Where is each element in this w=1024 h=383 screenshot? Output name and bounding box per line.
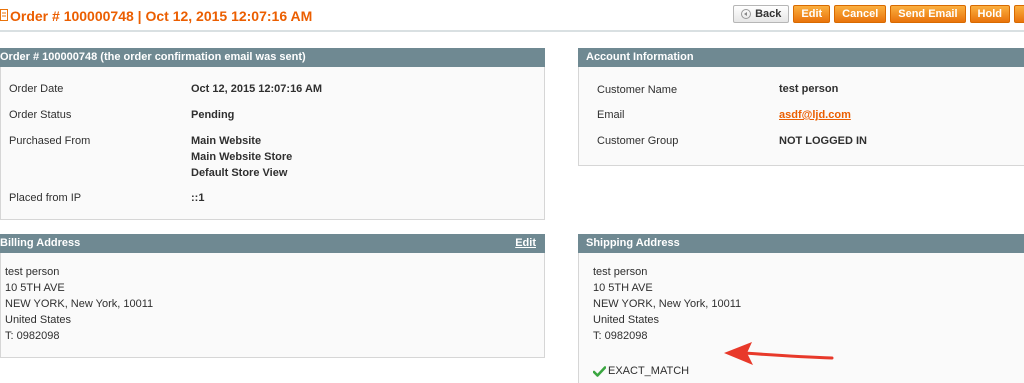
shipping-phone: T: 0982098 bbox=[593, 330, 648, 342]
account-info-heading: Account Information bbox=[578, 48, 1024, 67]
address-match-text: EXACT_MATCH bbox=[608, 365, 690, 377]
customer-email-link[interactable]: asdf@ljd.com bbox=[779, 109, 851, 121]
account-info-body: Customer Name test person Email asdf@ljd… bbox=[578, 67, 1024, 166]
billing-address-body: test person 10 5TH AVE NEW YORK, New Yor… bbox=[0, 253, 545, 358]
order-info-box: Order # 100000748 (the order confirmatio… bbox=[0, 48, 545, 220]
shipping-name: test person bbox=[593, 266, 648, 278]
billing-street: 10 5TH AVE bbox=[5, 282, 65, 294]
action-toolbar: Back Edit Cancel Send Email Hold bbox=[733, 5, 1024, 23]
billing-phone: T: 0982098 bbox=[5, 330, 60, 342]
email-value: asdf@ljd.com bbox=[779, 107, 851, 123]
customer-group-value: NOT LOGGED IN bbox=[779, 135, 867, 147]
email-label: Email bbox=[597, 109, 625, 121]
billing-address-lines: test person 10 5TH AVE NEW YORK, New Yor… bbox=[5, 264, 153, 344]
back-button-label: Back bbox=[755, 8, 782, 20]
send-email-button[interactable]: Send Email bbox=[890, 5, 966, 23]
billing-city: NEW YORK, New York, 10011 bbox=[5, 298, 154, 310]
billing-edit-link[interactable]: Edit bbox=[515, 234, 536, 253]
order-icon bbox=[0, 9, 8, 21]
purchased-store-view: Default Store View bbox=[191, 167, 288, 179]
order-info-heading: Order # 100000748 (the order confirmatio… bbox=[0, 48, 545, 67]
more-actions-button[interactable] bbox=[1014, 5, 1024, 23]
billing-address-title: Billing Address bbox=[0, 237, 81, 249]
checkmark-icon bbox=[593, 365, 606, 377]
order-status-label: Order Status bbox=[9, 109, 72, 121]
shipping-country: United States bbox=[593, 314, 660, 326]
account-info-box: Account Information Customer Name test p… bbox=[578, 48, 1024, 166]
hold-button[interactable]: Hold bbox=[969, 5, 1010, 23]
shipping-city: NEW YORK, New York, 10011 bbox=[593, 298, 742, 310]
back-arrow-icon bbox=[741, 9, 752, 19]
edit-button[interactable]: Edit bbox=[793, 5, 831, 23]
purchased-website: Main Website bbox=[191, 135, 262, 147]
back-button[interactable]: Back bbox=[733, 5, 790, 23]
order-date-label: Order Date bbox=[9, 83, 64, 95]
order-info-body: Order Date Oct 12, 2015 12:07:16 AM Orde… bbox=[0, 67, 545, 220]
billing-address-box: Billing Address Edit test person 10 5TH … bbox=[0, 234, 545, 358]
shipping-address-lines: test person 10 5TH AVE NEW YORK, New Yor… bbox=[593, 264, 741, 344]
red-annotation-arrow-icon bbox=[724, 342, 834, 365]
billing-country: United States bbox=[5, 314, 72, 326]
purchased-store: Main Website Store bbox=[191, 151, 293, 163]
purchased-from-label: Purchased From bbox=[9, 135, 91, 147]
billing-name: test person bbox=[5, 266, 60, 278]
page-title: Order # 100000748 | Oct 12, 2015 12:07:1… bbox=[10, 8, 313, 24]
order-date-value: Oct 12, 2015 12:07:16 AM bbox=[191, 83, 323, 95]
customer-name-label: Customer Name bbox=[597, 84, 678, 96]
shipping-address-heading: Shipping Address bbox=[578, 234, 1024, 253]
shipping-street: 10 5TH AVE bbox=[593, 282, 653, 294]
placed-ip-label: Placed from IP bbox=[9, 192, 82, 204]
billing-address-heading: Billing Address Edit bbox=[0, 234, 545, 253]
purchased-from-value: Main Website Main Website Store Default … bbox=[191, 133, 292, 181]
placed-ip-value: ::1 bbox=[191, 192, 205, 204]
customer-group-label: Customer Group bbox=[597, 135, 679, 147]
order-status-value: Pending bbox=[191, 109, 235, 121]
cancel-button[interactable]: Cancel bbox=[834, 5, 887, 23]
page-header: Order # 100000748 | Oct 12, 2015 12:07:1… bbox=[0, 0, 1024, 32]
customer-name-value: test person bbox=[779, 83, 839, 95]
address-match-status: EXACT_MATCH bbox=[593, 365, 689, 377]
